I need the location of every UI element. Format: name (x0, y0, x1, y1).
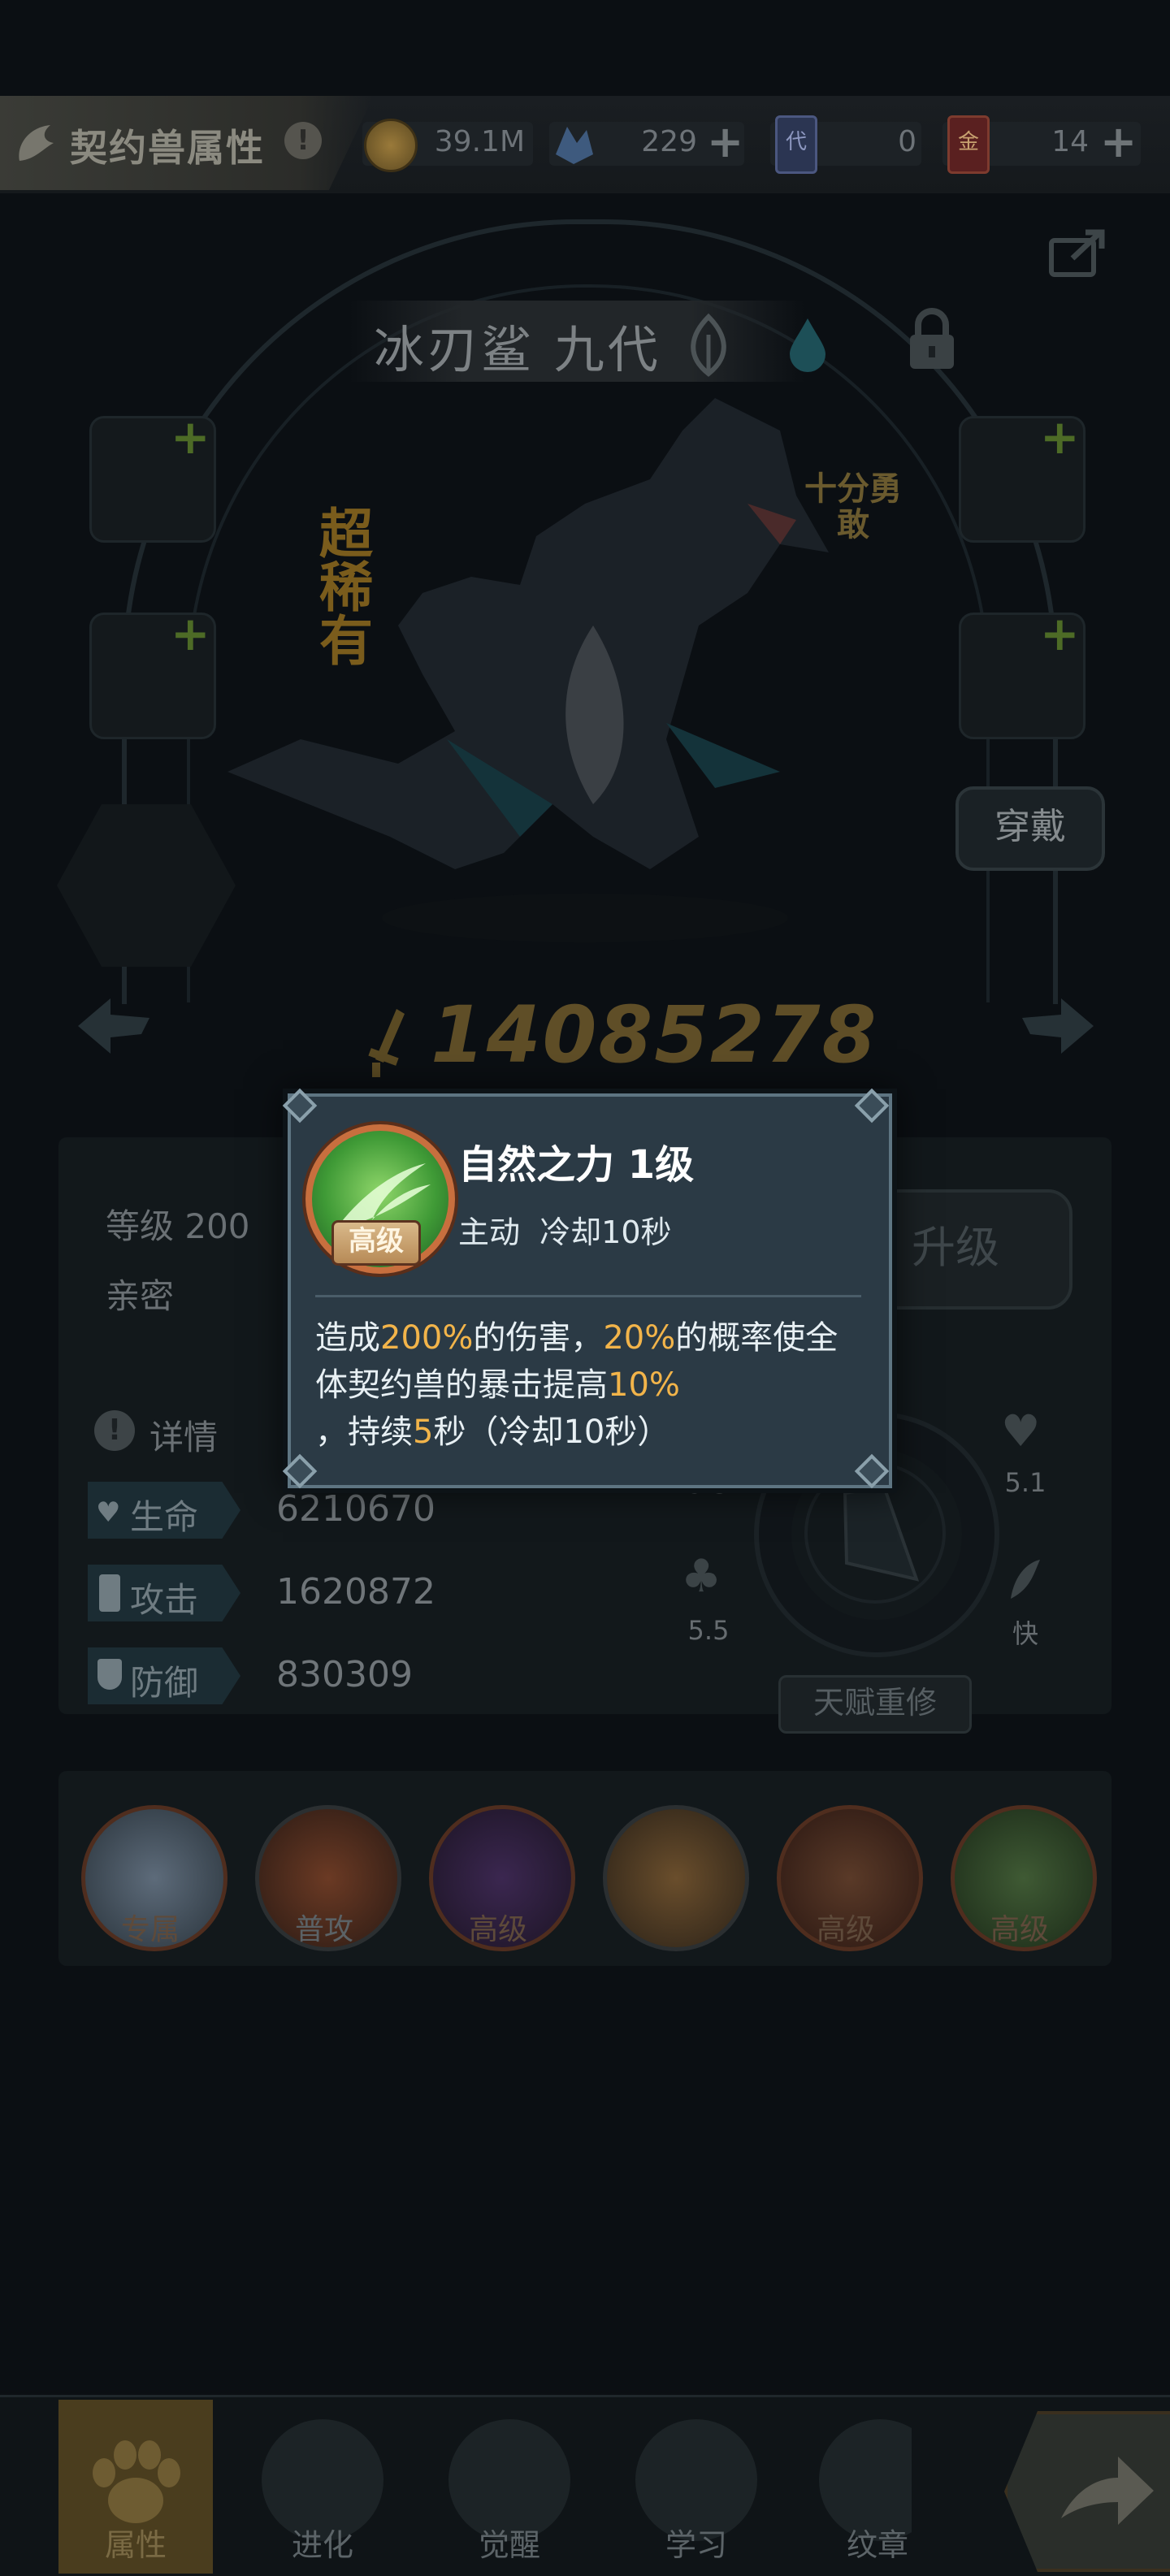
skill-grade-badge: 高级 (332, 1220, 421, 1266)
details-link[interactable]: 详情 (150, 1410, 218, 1460)
nav-label: 属性 (104, 2527, 167, 2563)
next-pet-arrow-icon[interactable] (1017, 991, 1098, 1076)
radar-shape (812, 1478, 926, 1592)
skill-name: 自然之力 1级 (458, 1142, 695, 1188)
water-element-icon (785, 315, 830, 374)
intimacy-label: 亲密 (106, 1276, 175, 1316)
beast-claw-icon (11, 119, 62, 169)
add-icon: + (1040, 606, 1080, 661)
lock-icon[interactable] (905, 307, 959, 372)
defense-value: 830309 (276, 1654, 413, 1695)
skill-tag: 高级 (990, 1913, 1049, 1946)
skill-tag: 专属 (120, 1913, 180, 1946)
red-card-icon: 金 (947, 115, 990, 174)
level-label: 等级 200 (106, 1206, 250, 1246)
nav-label: 觉醒 (478, 2527, 540, 2563)
desc-text: 秒（冷却10秒） (433, 1414, 670, 1451)
crystal-value: 229 (641, 125, 697, 158)
details-icon: ! (94, 1410, 135, 1451)
sword-icon (99, 1574, 120, 1612)
generation-card-value: 0 (898, 125, 916, 158)
talent-reset-button[interactable]: 天赋重修 (778, 1675, 972, 1734)
nav-label: 学习 (665, 2527, 727, 2563)
nav-tab-evolve[interactable]: 进化 (245, 2400, 400, 2574)
defense-label: 防御 (130, 1663, 199, 1703)
skill-tag: 高级 (816, 1913, 875, 1946)
share-icon[interactable] (1048, 226, 1108, 278)
nav-tab-attributes[interactable]: 属性 (58, 2400, 213, 2574)
pet-illustration (211, 382, 942, 950)
hp-label: 生命 (130, 1497, 199, 1537)
info-icon[interactable]: ! (284, 122, 322, 159)
skill-4[interactable] (603, 1805, 749, 1951)
shield-icon (98, 1659, 122, 1690)
desc-highlight: 10% (608, 1366, 680, 1404)
attack-value: 1620872 (276, 1571, 436, 1613)
generation-card-icon: 代 (775, 115, 817, 174)
nav-tab-awaken[interactable]: 觉醒 (432, 2400, 587, 2574)
radar-value-attack: 5.5 (687, 1615, 730, 1646)
attack-label: 攻击 (130, 1580, 199, 1620)
nav-label: 纹章 (846, 2527, 908, 2563)
power-sword-icon (364, 1006, 413, 1079)
wear-button[interactable]: 穿戴 (956, 786, 1105, 871)
popup-divider (315, 1295, 861, 1297)
nav-label: 进化 (291, 2527, 353, 2563)
add-crystal-button[interactable]: + (707, 120, 743, 164)
desc-text: 造成 (315, 1319, 380, 1357)
feather-icon (1006, 1556, 1043, 1602)
add-icon: + (171, 606, 210, 661)
crystal-icon (549, 119, 598, 167)
skill-tag: 高级 (468, 1913, 527, 1946)
desc-highlight: 5 (413, 1414, 434, 1451)
desc-highlight: 20% (603, 1319, 676, 1357)
desc-text: ，持续 (315, 1414, 413, 1451)
gold-value: 39.1M (434, 125, 525, 158)
combat-power: 14085278 (431, 989, 878, 1080)
club-icon: ♣ (681, 1550, 722, 1603)
red-card-value: 14 (1051, 125, 1089, 158)
heart-icon: ♥ (1001, 1405, 1041, 1457)
desc-highlight: 200% (380, 1319, 474, 1357)
radar-value-hp: 5.1 (1004, 1467, 1046, 1498)
nav-tab-learn[interactable]: 学习 (619, 2400, 774, 2574)
next-arrow-icon (1053, 2445, 1159, 2535)
nav-tab-emblem[interactable]: 纹章 (806, 2400, 912, 2574)
pet-name: 冰刃鲨 九代 (374, 320, 661, 379)
desc-text: 的伤害， (473, 1319, 604, 1357)
heart-icon: ♥ (96, 1496, 121, 1529)
add-red-card-button[interactable]: + (1100, 120, 1137, 164)
hp-value: 6210670 (276, 1488, 436, 1530)
skill-meta: 主动 冷却10秒 (458, 1214, 672, 1250)
nature-element-icon (674, 310, 743, 379)
skill-tag: 普攻 (294, 1913, 353, 1946)
prev-pet-arrow-icon[interactable] (73, 991, 154, 1076)
add-icon: + (171, 409, 210, 465)
page-title: 契约兽属性 (70, 126, 265, 170)
skill-description: 造成200%的伤害，20%的概率使全体契约兽的暴击提高10% ，持续5秒（冷却10… (315, 1314, 868, 1456)
radar-value-speed: 快 (1012, 1618, 1038, 1649)
add-icon: + (1040, 409, 1080, 465)
